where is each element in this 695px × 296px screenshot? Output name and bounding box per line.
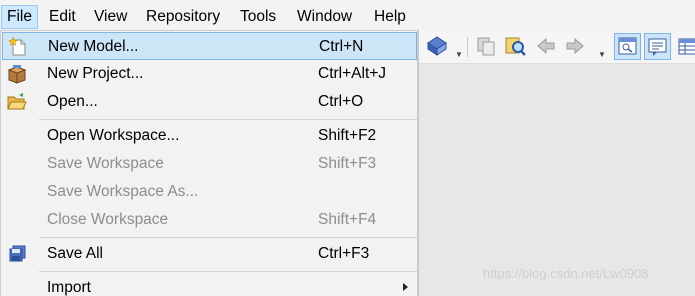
menu-item-save-all[interactable]: Save All Ctrl+F3 (2, 240, 417, 268)
toolbar: ▼ ▼ (419, 30, 695, 64)
menu-item-label: Save Workspace As... (47, 183, 199, 200)
menu-window[interactable]: Window (292, 5, 357, 29)
menu-separator (39, 119, 417, 120)
menu-item-label: New Project... (47, 65, 144, 82)
menu-item-new-project[interactable]: New Project... Ctrl+Alt+J (2, 60, 417, 88)
file-menu-dropdown: New Model... Ctrl+N New Project... Ctrl+… (0, 30, 418, 296)
menu-separator (39, 271, 417, 272)
toolbar-separator (467, 37, 468, 57)
menu-item-label: Save Workspace (47, 155, 164, 172)
new-project-icon (7, 64, 27, 84)
menu-file[interactable]: File (1, 5, 38, 29)
menu-item-shortcut: Shift+F2 (318, 127, 377, 144)
menu-item-shortcut: Shift+F3 (318, 155, 377, 172)
menu-item-label: New Model... (48, 38, 139, 55)
copy-icon[interactable] (475, 35, 497, 57)
menu-repository[interactable]: Repository (141, 5, 225, 29)
menu-item-label: Import (47, 279, 91, 296)
menu-item-close-workspace: Close Workspace Shift+F4 (2, 206, 417, 234)
model-check-icon[interactable] (426, 35, 448, 57)
menu-help[interactable]: Help (369, 5, 411, 29)
result-list-icon[interactable] (676, 35, 695, 57)
menu-item-label: Close Workspace (47, 211, 169, 228)
workspace-area (418, 30, 695, 296)
menu-item-shortcut: Ctrl+F3 (318, 245, 370, 262)
forward-arrow-icon[interactable] (564, 35, 586, 57)
menu-item-import[interactable]: Import (2, 274, 417, 296)
menu-separator (39, 237, 417, 238)
chevron-down-icon[interactable]: ▼ (598, 50, 606, 59)
menu-item-save-workspace: Save Workspace Shift+F3 (2, 150, 417, 178)
chevron-down-icon[interactable]: ▼ (455, 50, 463, 59)
menu-item-label: Save All (47, 245, 104, 262)
menu-item-shortcut: Ctrl+Alt+J (318, 65, 387, 82)
menu-item-shortcut: Ctrl+N (319, 38, 364, 55)
menu-view[interactable]: View (89, 5, 132, 29)
open-folder-icon (7, 92, 27, 112)
menu-item-shortcut: Shift+F4 (318, 211, 377, 228)
browser-toggle-icon[interactable] (614, 33, 641, 60)
find-icon[interactable] (504, 35, 526, 57)
new-model-icon (8, 36, 28, 57)
menu-tools[interactable]: Tools (235, 5, 281, 29)
menu-item-shortcut: Ctrl+O (318, 93, 364, 110)
menu-bar: File Edit View Repository Tools Window H… (0, 0, 695, 34)
menu-item-open-workspace[interactable]: Open Workspace... Shift+F2 (2, 122, 417, 150)
menu-item-new-model[interactable]: New Model... Ctrl+N (2, 32, 417, 60)
output-toggle-icon[interactable] (644, 33, 671, 60)
menu-item-label: Open... (47, 93, 98, 110)
back-arrow-icon[interactable] (535, 35, 557, 57)
menu-item-save-workspace-as: Save Workspace As... (2, 178, 417, 206)
menu-item-open[interactable]: Open... Ctrl+O (2, 88, 417, 116)
menu-edit[interactable]: Edit (44, 5, 81, 29)
watermark: https://blog.csdn.net/Lw0908 (483, 266, 649, 281)
submenu-arrow-icon (403, 283, 408, 291)
menu-item-label: Open Workspace... (47, 127, 180, 144)
save-all-icon (7, 244, 27, 264)
